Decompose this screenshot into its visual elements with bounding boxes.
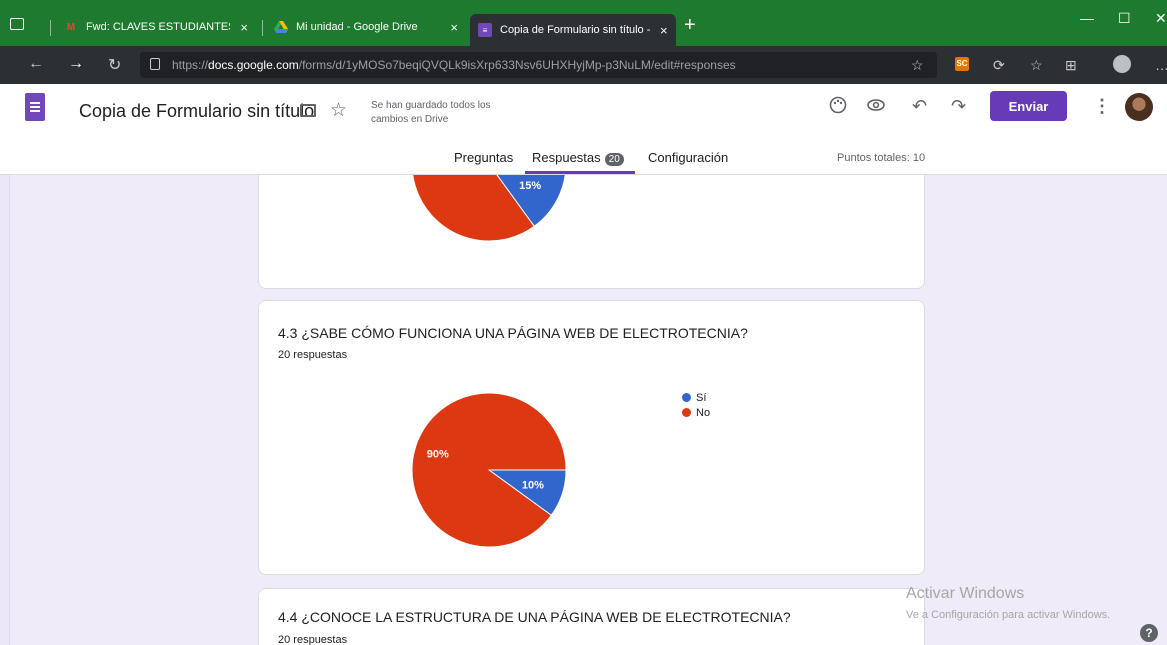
legend-label: Sí xyxy=(696,391,707,404)
pie-chart: 10% 90% xyxy=(411,392,567,548)
pie-data-label: 10% xyxy=(522,479,544,491)
more-icon[interactable]: … xyxy=(1155,57,1167,73)
close-window-icon[interactable]: ✕ xyxy=(1155,10,1167,27)
save-status: Se han guardado todos los cambios en Dri… xyxy=(371,100,491,125)
pie-chart: 15% xyxy=(412,175,566,242)
new-tab-icon[interactable]: + xyxy=(684,14,696,37)
question-title: 4.4 ¿CONOCE LA ESTRUCTURA DE UNA PÁGINA … xyxy=(278,609,791,625)
more-options-icon[interactable]: ⋮ xyxy=(1093,96,1111,117)
legend-dot-icon xyxy=(682,408,691,417)
favorites-icon[interactable]: ☆ xyxy=(1030,57,1043,74)
address-bar: ← → ↻ https://docs.google.com/forms/d/1y… xyxy=(0,46,1167,84)
drive-icon xyxy=(274,20,288,34)
tab-separator xyxy=(262,20,263,36)
tab-questions[interactable]: Preguntas xyxy=(454,150,513,165)
form-title[interactable]: Copia de Formulario sin título xyxy=(79,101,314,122)
points-total: Puntos totales: 10 xyxy=(837,152,926,164)
sc-extension-icon[interactable]: SC xyxy=(955,57,969,71)
chart-legend: Sí No xyxy=(682,390,710,420)
profile-icon[interactable] xyxy=(1113,55,1131,73)
legend-item: Sí xyxy=(682,390,710,405)
close-icon[interactable]: × xyxy=(450,20,458,35)
tab-drive[interactable]: Mi unidad - Google Drive × xyxy=(266,14,466,40)
responses-count-badge: 20 xyxy=(604,153,624,166)
question-card: 4.4 ¿CONOCE LA ESTRUCTURA DE UNA PÁGINA … xyxy=(258,588,925,645)
legend-item: No xyxy=(682,405,710,420)
tab-label: Mi unidad - Google Drive xyxy=(296,21,418,33)
maximize-icon[interactable]: ☐ xyxy=(1118,10,1131,27)
pie-data-label: 15% xyxy=(519,180,541,192)
tab-label: Fwd: CLAVES ESTUDIANTES CUE xyxy=(85,21,231,33)
minimize-icon[interactable]: — xyxy=(1080,10,1094,26)
collections-icon[interactable]: ⊞ xyxy=(1065,57,1077,74)
redo-icon[interactable]: ↷ xyxy=(951,96,966,117)
question-title: 4.3 ¿SABE CÓMO FUNCIONA UNA PÁGINA WEB D… xyxy=(278,325,748,341)
tab-separator xyxy=(50,20,51,36)
back-icon[interactable]: ← xyxy=(28,55,44,73)
undo-icon[interactable]: ↶ xyxy=(912,96,927,117)
question-card: 15% xyxy=(258,175,925,289)
star-icon[interactable]: ☆ xyxy=(330,99,347,122)
favorite-star-icon[interactable]: ☆ xyxy=(911,57,924,74)
gmail-icon: M xyxy=(66,21,76,33)
preview-eye-icon[interactable] xyxy=(866,96,886,119)
tab-gmail[interactable]: M Fwd: CLAVES ESTUDIANTES CUE × xyxy=(56,14,256,40)
pie-slice-no xyxy=(411,392,567,548)
reload-icon[interactable]: ↻ xyxy=(108,55,121,75)
avatar[interactable] xyxy=(1125,93,1153,121)
pie-data-label: 90% xyxy=(427,448,449,460)
close-icon[interactable]: × xyxy=(660,23,668,38)
url-field[interactable]: https://docs.google.com/forms/d/1yMOSo7b… xyxy=(140,52,937,78)
tab-responses-label: Respuestas xyxy=(532,150,601,165)
send-button[interactable]: Enviar xyxy=(990,91,1067,121)
tab-settings[interactable]: Configuración xyxy=(648,150,728,165)
window-menu-icon[interactable] xyxy=(10,18,24,30)
folder-icon[interactable] xyxy=(300,104,316,117)
activation-watermark-subtitle: Ve a Configuración para activar Windows. xyxy=(906,609,1111,621)
tab-responses[interactable]: Respuestas 20 xyxy=(532,150,624,166)
active-tab-indicator xyxy=(525,171,635,174)
help-icon[interactable]: ? xyxy=(1140,624,1158,642)
browser-tabstrip: M Fwd: CLAVES ESTUDIANTES CUE × Mi unida… xyxy=(0,0,1167,46)
responses-content[interactable]: 15% 4.3 ¿SABE CÓMO FUNCIONA UNA PÁGINA W… xyxy=(0,175,1167,645)
extension-icon[interactable]: ⟳ xyxy=(993,57,1005,74)
forms-logo-icon[interactable] xyxy=(25,93,45,121)
tab-forms[interactable]: ≡ Copia de Formulario sin título - I × xyxy=(470,14,676,46)
left-edge-panel xyxy=(0,175,10,645)
url-text: https://docs.google.com/forms/d/1yMOSo7b… xyxy=(172,58,736,72)
responses-count: 20 respuestas xyxy=(278,349,348,361)
legend-label: No xyxy=(696,406,711,419)
forms-icon: ≡ xyxy=(478,23,492,37)
lock-icon xyxy=(150,58,160,70)
responses-count: 20 respuestas xyxy=(278,634,348,645)
forward-icon[interactable]: → xyxy=(68,55,84,73)
palette-icon[interactable] xyxy=(829,96,847,119)
activation-watermark-title: Activar Windows xyxy=(906,585,1025,602)
tab-label: Copia de Formulario sin título - I xyxy=(500,24,650,36)
legend-dot-icon xyxy=(682,393,691,402)
question-card: 4.3 ¿SABE CÓMO FUNCIONA UNA PÁGINA WEB D… xyxy=(258,300,925,575)
close-icon[interactable]: × xyxy=(240,20,248,35)
